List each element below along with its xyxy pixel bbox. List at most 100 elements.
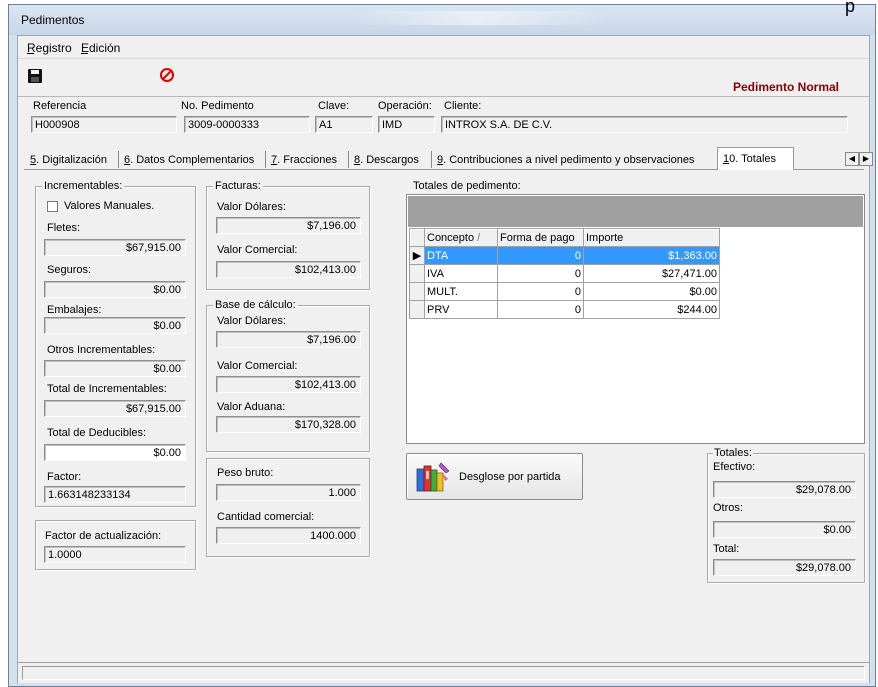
- title-bar[interactable]: Pedimentos: [9, 5, 875, 35]
- total-deducibles-label: Total de Deducibles:: [47, 427, 147, 439]
- base-valor-dolares-label: Valor Dólares:: [217, 315, 286, 327]
- fletes-field[interactable]: $67,915.00: [44, 239, 186, 256]
- factor-actualizacion-field[interactable]: 1.0000: [44, 546, 186, 563]
- clave-field[interactable]: A1: [315, 116, 373, 133]
- table-row[interactable]: PRV 0 $244.00: [409, 300, 720, 319]
- status-panel: [22, 666, 865, 680]
- tab-descargos[interactable]: 8. Descargos: [354, 151, 419, 169]
- tab-separator: [118, 151, 119, 168]
- base-valor-comercial-label: Valor Comercial:: [217, 360, 298, 372]
- totales-pedimento-title: Totales de pedimento:: [412, 180, 522, 192]
- totales-table: Concepto / Forma de pago Importe ▶ DTA 0…: [409, 228, 720, 319]
- otros-incrementables-label: Otros Incrementables:: [47, 344, 156, 356]
- peso-bruto-field[interactable]: 1.000: [216, 484, 361, 501]
- base-valor-aduana-field[interactable]: $170,328.00: [216, 416, 361, 433]
- concepto-header-label: Concepto: [427, 231, 475, 244]
- total-incrementables-label: Total de Incrementables:: [47, 383, 167, 395]
- grid-group-panel: [408, 196, 863, 227]
- tab-contribuciones-label: . Contribuciones a nivel pedimento y obs…: [443, 154, 695, 166]
- cell-concepto[interactable]: MULT.: [424, 282, 498, 301]
- tab-contribuciones[interactable]: 9. Contribuciones a nivel pedimento y ob…: [437, 151, 694, 169]
- cell-concepto[interactable]: DTA: [424, 246, 498, 265]
- referencia-field[interactable]: H000908: [31, 116, 177, 133]
- cell-forma-pago[interactable]: 0: [497, 246, 584, 265]
- base-valor-comercial-field[interactable]: $102,413.00: [216, 376, 361, 393]
- facturas-valor-comercial-label: Valor Comercial:: [217, 244, 298, 256]
- status-bar: [18, 662, 869, 683]
- table-row[interactable]: ▶ DTA 0 $1,363.00: [409, 246, 720, 265]
- facturas-valor-comercial-field[interactable]: $102,413.00: [216, 261, 361, 278]
- desglose-por-partida-button[interactable]: Desglose por partida: [406, 453, 583, 500]
- cliente-label: Cliente:: [444, 100, 482, 112]
- cliente-field[interactable]: INTROX S.A. DE C.V.: [441, 116, 848, 133]
- embalajes-label: Embalajes:: [47, 304, 102, 316]
- efectivo-label: Efectivo:: [713, 461, 756, 473]
- tab-fracciones-label: . Fracciones: [277, 154, 338, 166]
- tab-fracciones[interactable]: 7. Fracciones: [271, 151, 337, 169]
- embalajes-field[interactable]: $0.00: [44, 317, 186, 334]
- menu-registro-mnemonic: [27, 53, 34, 54]
- facturas-valor-dolares-field[interactable]: $7,196.00: [216, 217, 361, 234]
- cell-concepto[interactable]: IVA: [424, 264, 498, 283]
- efectivo-field[interactable]: $29,078.00: [713, 481, 856, 498]
- save-icon[interactable]: [28, 69, 42, 83]
- row-indicator-header: [409, 228, 425, 247]
- seguros-field[interactable]: $0.00: [44, 281, 186, 298]
- table-row[interactable]: MULT. 0 $0.00: [409, 282, 720, 301]
- tab-digitalizacion[interactable]: 5. Digitalización: [30, 151, 107, 169]
- cantidad-comercial-label: Cantidad comercial:: [217, 511, 315, 523]
- cell-importe[interactable]: $27,471.00: [583, 264, 720, 283]
- cell-forma-pago[interactable]: 0: [497, 300, 584, 319]
- totales-pedimento-grid[interactable]: Concepto / Forma de pago Importe ▶ DTA 0…: [406, 194, 865, 444]
- valores-manuales-checkbox[interactable]: [47, 201, 58, 212]
- tab-totales-label: 0. Totales: [729, 153, 777, 165]
- desglose-label: Desglose por partida: [459, 471, 561, 483]
- tab-datos-label: . Datos Complementarios: [130, 154, 255, 166]
- pedimento-mode-label: Pedimento Normal: [733, 80, 840, 94]
- cell-importe[interactable]: $0.00: [583, 282, 720, 301]
- no-pedimento-label: No. Pedimento: [181, 100, 254, 112]
- peso-bruto-label: Peso bruto:: [217, 467, 274, 479]
- tab-digitalizacion-label: . Digitalización: [36, 154, 108, 166]
- cancel-icon[interactable]: [160, 68, 174, 82]
- menu-edicion-mnemonic: [81, 53, 88, 54]
- row-indicator: [409, 282, 425, 301]
- tab-datos-complementarios[interactable]: 6. Datos Complementarios: [124, 151, 254, 169]
- row-indicator: [409, 300, 425, 319]
- current-row-icon: ▶: [409, 246, 425, 265]
- otros-incrementables-field[interactable]: $0.00: [44, 360, 186, 377]
- operacion-label: Operación:: [378, 100, 432, 112]
- tab-separator: [265, 151, 266, 168]
- tab-scroll-right-icon[interactable]: ▶: [859, 152, 873, 166]
- column-header-importe[interactable]: Importe: [583, 228, 720, 247]
- column-header-forma-pago[interactable]: Forma de pago: [497, 228, 584, 247]
- otros-field[interactable]: $0.00: [713, 521, 856, 538]
- factor-field[interactable]: 1.663148233134: [44, 486, 186, 503]
- cell-importe[interactable]: $244.00: [583, 300, 720, 319]
- total-field[interactable]: $29,078.00: [713, 559, 856, 576]
- tab-descargos-label: . Descargos: [360, 154, 419, 166]
- cantidad-comercial-field[interactable]: 1400.000: [216, 527, 361, 544]
- header-divider: [18, 96, 869, 97]
- total-incrementables-field[interactable]: $67,915.00: [44, 400, 186, 417]
- cell-forma-pago[interactable]: 0: [497, 282, 584, 301]
- factor-actualizacion-label: Factor de actualización:: [45, 530, 162, 542]
- fletes-label: Fletes:: [47, 222, 81, 234]
- total-label: Total:: [713, 543, 740, 555]
- table-header-row: Concepto / Forma de pago Importe: [409, 228, 720, 247]
- cell-importe[interactable]: $1,363.00: [583, 246, 720, 265]
- cell-concepto[interactable]: PRV: [424, 300, 498, 319]
- tab-totales[interactable]: 10. Totales: [717, 147, 794, 170]
- total-deducibles-field[interactable]: $0.00: [44, 444, 186, 461]
- base-valor-dolares-field[interactable]: $7,196.00: [216, 331, 361, 348]
- tab-scroll-left-icon[interactable]: ◀: [845, 152, 859, 166]
- clave-label: Clave:: [318, 100, 350, 112]
- operacion-field[interactable]: IMD: [378, 116, 435, 133]
- corner-glyph: p: [845, 0, 856, 16]
- cell-forma-pago[interactable]: 0: [497, 264, 584, 283]
- table-row[interactable]: IVA 0 $27,471.00: [409, 264, 720, 283]
- column-header-concepto[interactable]: Concepto /: [424, 228, 498, 247]
- title-bar-highlight: [349, 11, 609, 25]
- tab-separator: [348, 151, 349, 168]
- no-pedimento-field[interactable]: 3009-0000333: [184, 116, 310, 133]
